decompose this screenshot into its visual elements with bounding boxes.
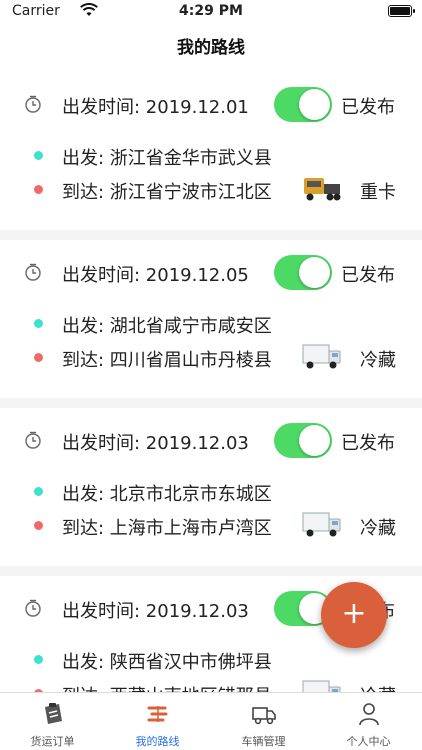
toggle-knob — [299, 89, 330, 120]
clock-icon — [25, 95, 41, 113]
origin-text: 出发: 浙江省金华市武义县 — [62, 148, 272, 169]
vehicle-type: 冷藏 — [360, 518, 396, 539]
refrigerated-truck-icon — [302, 680, 341, 692]
destination-text: 到达: 四川省眉山市丹棱县 — [62, 350, 272, 371]
route-card[interactable]: 出发时间: 2019.12.05 已发布 出发: 湖北省咸宁市咸安区 到达: 四… — [0, 240, 422, 398]
origin-dot — [34, 487, 43, 496]
refrigerated-truck-icon — [302, 512, 341, 537]
depart-time: 出发时间: 2019.12.03 — [62, 601, 249, 622]
destination-dot — [34, 185, 43, 194]
tab-vehicle-management[interactable]: 车辆管理 — [211, 693, 316, 750]
route-icon — [147, 706, 168, 722]
publish-status: 已发布 — [341, 265, 395, 286]
route-card[interactable]: 出发时间: 2019.12.01 已发布 出发: 浙江省金华市武义县 到达: 浙… — [0, 72, 422, 230]
destination-text: 到达: 浙江省宁波市江北区 — [62, 182, 272, 203]
toggle-knob — [299, 257, 330, 288]
depart-time: 出发时间: 2019.12.03 — [62, 433, 249, 454]
route-card[interactable]: 出发时间: 2019.12.03 已发布 出发: 北京市北京市东城区 到达: 上… — [0, 408, 422, 566]
publish-status: 已发布 — [341, 97, 395, 118]
clock-icon — [25, 263, 41, 281]
origin-dot — [34, 319, 43, 328]
depart-time: 出发时间: 2019.12.01 — [62, 97, 249, 118]
vehicle-icon — [252, 707, 276, 725]
clock-icon — [25, 599, 41, 617]
tab-label: 我的路线 — [135, 735, 180, 748]
publish-toggle[interactable] — [274, 423, 332, 458]
vehicle-type: 重卡 — [360, 182, 396, 203]
status-time: 4:29 PM — [179, 3, 243, 19]
heavy-truck-icon — [304, 178, 341, 201]
destination-dot — [34, 521, 43, 530]
origin-text: 出发: 陕西省汉中市佛坪县 — [62, 652, 272, 673]
vehicle-type: 冷藏 — [360, 682, 396, 692]
page-title: 我的路线 — [0, 24, 422, 72]
destination-text: 到达: 西藏山南地区错那县 — [62, 682, 272, 692]
destination-text: 到达: 上海市上海市卢湾区 — [62, 518, 272, 539]
tab-profile[interactable]: 个人中心 — [316, 693, 421, 750]
toggle-knob — [299, 425, 330, 456]
tab-my-routes[interactable]: 我的路线 — [105, 693, 210, 750]
origin-text: 出发: 湖北省咸宁市咸安区 — [62, 316, 272, 337]
tab-bar: 货运订单 我的路线 车辆管理 个人中心 — [0, 692, 422, 750]
publish-status: 已发布 — [341, 433, 395, 454]
battery-icon — [388, 5, 415, 17]
tab-label: 货运订单 — [30, 735, 75, 748]
depart-time: 出发时间: 2019.12.05 — [62, 265, 249, 286]
refrigerated-truck-icon — [302, 344, 341, 369]
origin-text: 出发: 北京市北京市东城区 — [62, 484, 272, 505]
origin-dot — [34, 655, 43, 664]
add-route-button[interactable]: + — [321, 582, 387, 648]
tab-label: 车辆管理 — [241, 735, 286, 748]
origin-dot — [34, 151, 43, 160]
freight-order-icon — [45, 703, 62, 724]
publish-toggle[interactable] — [274, 87, 332, 122]
tab-freight-orders[interactable]: 货运订单 — [0, 693, 105, 750]
destination-dot — [34, 353, 43, 362]
vehicle-type: 冷藏 — [360, 350, 396, 371]
clock-icon — [25, 431, 41, 449]
tab-label: 个人中心 — [346, 735, 391, 748]
person-icon — [359, 703, 379, 726]
status-bar: Carrier 4:29 PM — [0, 0, 422, 24]
publish-toggle[interactable] — [274, 255, 332, 290]
